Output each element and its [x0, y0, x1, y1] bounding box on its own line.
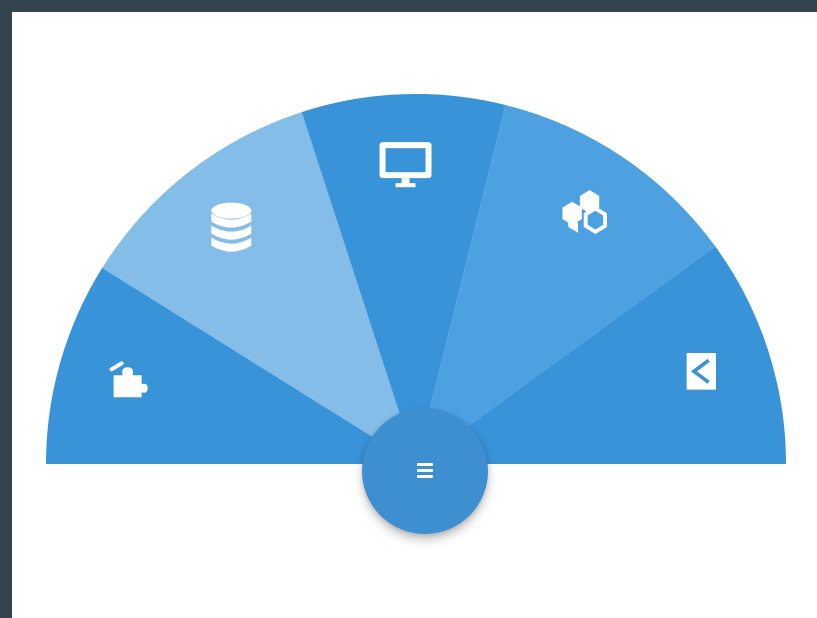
hamburger-icon — [417, 463, 433, 466]
hamburger-icon-bar — [417, 475, 433, 478]
menu-toggle-button[interactable] — [362, 408, 488, 534]
hamburger-icon-bar — [417, 469, 433, 472]
